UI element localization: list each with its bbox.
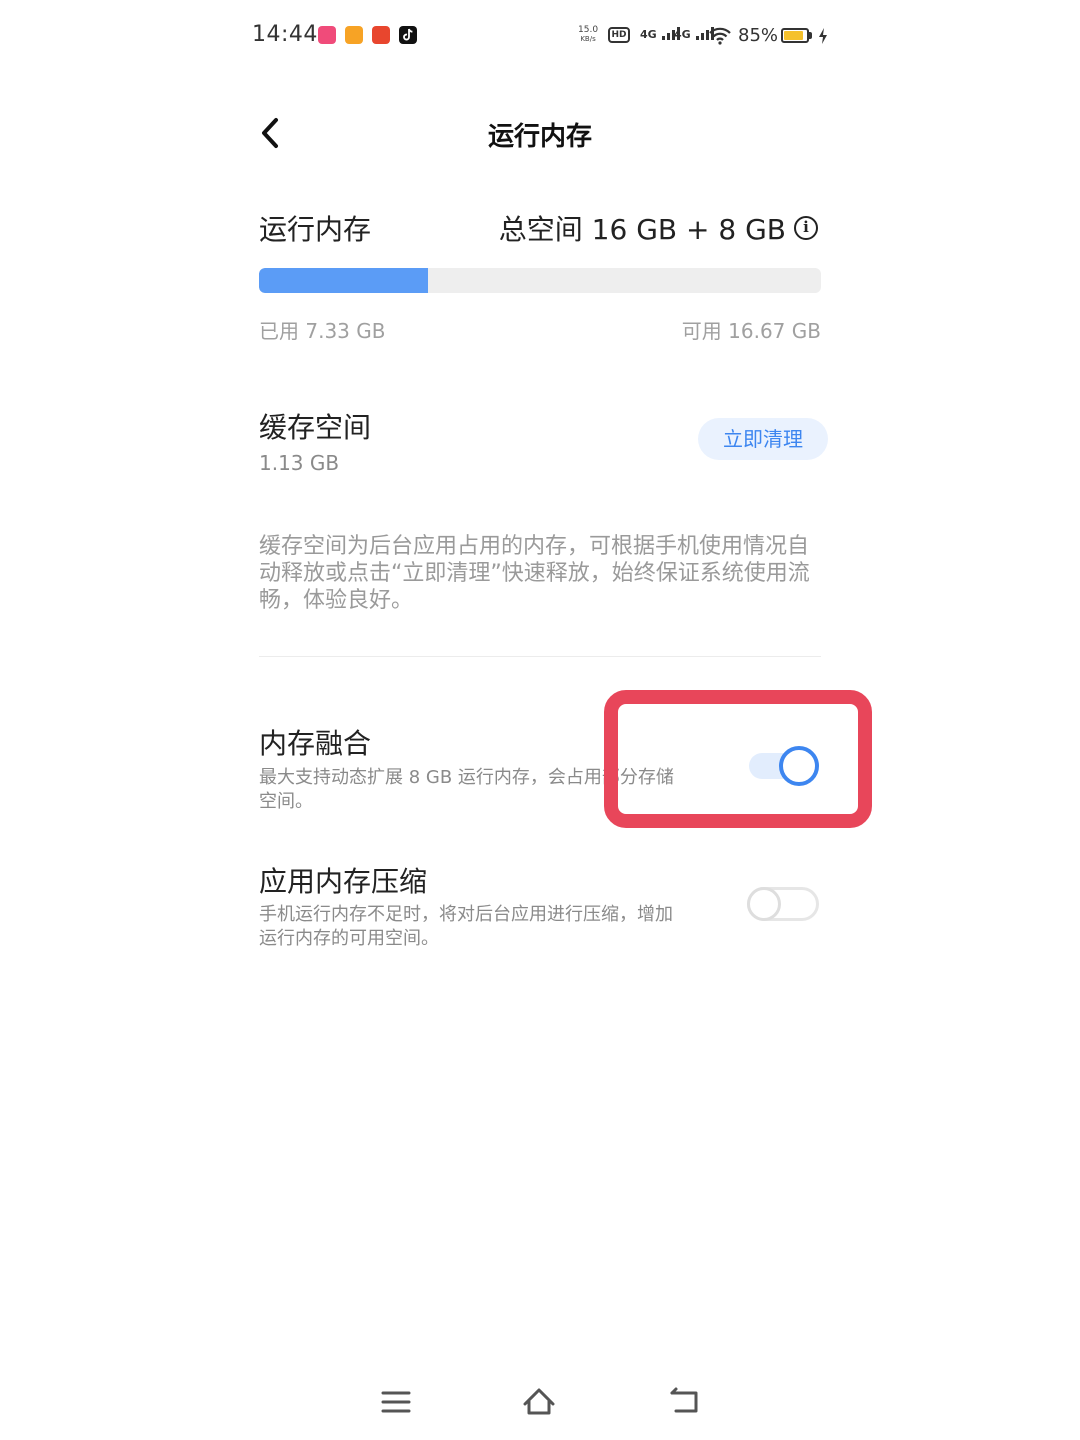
app-icon-1 (318, 26, 336, 44)
highlight-annotation (604, 690, 872, 828)
charging-icon (817, 27, 829, 49)
info-icon[interactable]: i (794, 216, 818, 240)
weibo-icon (345, 26, 363, 44)
tiktok-icon (399, 26, 417, 44)
ram-usage-fill (259, 268, 428, 293)
battery-tip (809, 32, 812, 39)
ram-total-text: 总空间 16 GB + 8 GB (498, 213, 786, 246)
ram-available: 可用 16.67 GB (681, 319, 821, 343)
battery-percent: 85% (738, 25, 779, 46)
ram-used: 已用 7.33 GB (259, 319, 386, 343)
cache-description: 缓存空间为后台应用占用的内存，可根据手机使用情况自动释放或点击“立即清理”快速释… (259, 534, 810, 613)
cache-size: 1.13 GB (259, 451, 340, 475)
battery-icon (781, 28, 809, 43)
ram-total: 总空间 16 GB + 8 GB i (499, 208, 818, 248)
app-icon-3 (372, 26, 390, 44)
hd-voice-icon: HD (608, 27, 630, 43)
clean-now-button[interactable]: 立即清理 (698, 418, 828, 460)
back-nav-icon[interactable] (666, 1384, 702, 1420)
ram-usage-bar (259, 268, 821, 293)
page-title: 运行内存 (487, 122, 592, 152)
memory-compression-subtitle: 手机运行内存不足时，将对后台应用进行压缩，增加运行内存的可用空间。 (259, 904, 673, 949)
status-time: 14:44 (252, 22, 318, 47)
cache-title: 缓存空间 (259, 411, 372, 444)
memory-compression-title: 应用内存压缩 (259, 865, 428, 898)
memory-compression-toggle-knob[interactable] (747, 887, 781, 921)
divider (259, 656, 821, 657)
net-speed: 15.0 KB/s (578, 25, 599, 44)
home-icon[interactable] (521, 1384, 557, 1420)
menu-icon[interactable] (378, 1384, 414, 1420)
wifi-icon (708, 26, 732, 50)
ram-label: 运行内存 (259, 213, 372, 246)
memory-fusion-title: 内存融合 (259, 727, 372, 760)
back-arrow-icon[interactable] (256, 116, 290, 150)
